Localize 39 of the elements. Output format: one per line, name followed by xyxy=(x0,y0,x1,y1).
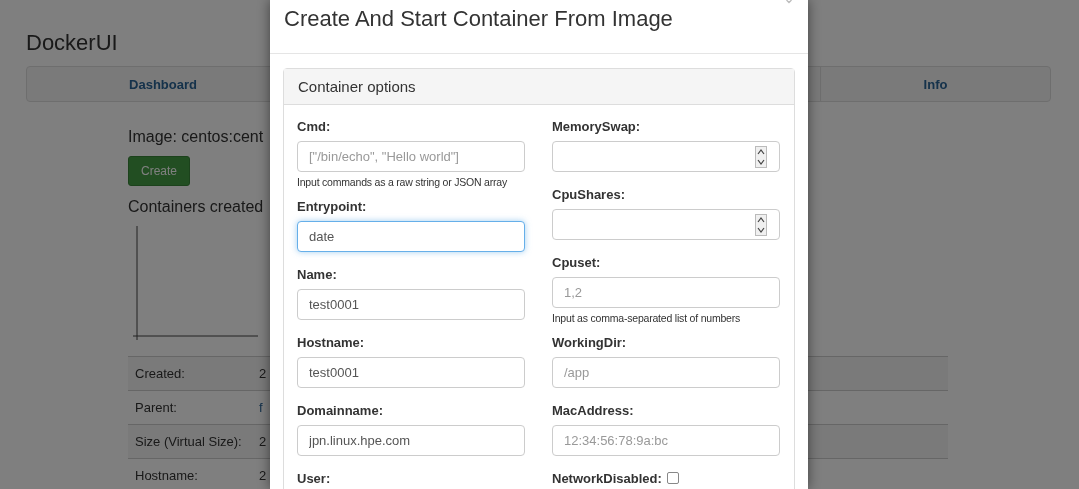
field-label: Hostname: xyxy=(297,335,365,350)
panel-heading: Container options xyxy=(284,69,794,105)
image-heading: Image: centos:cent xyxy=(128,127,264,147)
detail-label: Size (Virtual Size): xyxy=(135,434,243,449)
help-text: Input as comma-separated list of numbers xyxy=(552,311,741,325)
field-label: MemorySwap: xyxy=(552,119,641,134)
app-title: DockerUI xyxy=(26,29,119,57)
input-field[interactable]: 1,2 xyxy=(552,277,780,308)
help-text: Input commands as a raw string or JSON array xyxy=(297,175,508,189)
detail-value: 2 xyxy=(259,366,267,381)
field-label: WorkingDir: xyxy=(552,335,627,350)
input-field[interactable]: date xyxy=(297,221,525,252)
number-field[interactable] xyxy=(552,141,780,172)
detail-value: 2 xyxy=(259,468,267,483)
containers-heading: Containers created xyxy=(128,197,264,217)
checkbox[interactable] xyxy=(666,472,679,484)
number-field[interactable] xyxy=(552,209,780,240)
input-field[interactable]: jpn.linux.hpe.com xyxy=(297,425,525,456)
field-label: Domainname: xyxy=(297,403,383,418)
detail-label: Parent: xyxy=(135,400,178,415)
field-label: CpuShares: xyxy=(552,187,625,202)
detail-label: Created: xyxy=(135,366,186,381)
field-label: User: xyxy=(297,471,331,486)
input-field[interactable]: 12:34:56:78:9a:bc xyxy=(552,425,780,456)
field-label: Cmd: xyxy=(297,119,331,134)
detail-label: Hostname: xyxy=(135,468,199,483)
dialog-title: Create And Start Container From Image xyxy=(284,5,674,33)
input-field[interactable]: /app xyxy=(552,357,780,388)
field-label: MacAddress: xyxy=(552,403,634,418)
field-label: Name: xyxy=(297,267,337,282)
spinner-arrows-icon[interactable] xyxy=(755,213,767,236)
spinner-arrows-icon[interactable] xyxy=(755,145,767,168)
input-field[interactable]: ["/bin/echo", "Hello world"] xyxy=(297,141,525,172)
field-label: Cpuset: xyxy=(552,255,601,270)
input-field[interactable]: test0001 xyxy=(297,289,525,320)
input-field[interactable]: test0001 xyxy=(297,357,525,388)
detail-value: 2 xyxy=(259,434,267,449)
field-label: NetworkDisabled: xyxy=(552,471,662,486)
field-label: Entrypoint: xyxy=(297,199,367,214)
